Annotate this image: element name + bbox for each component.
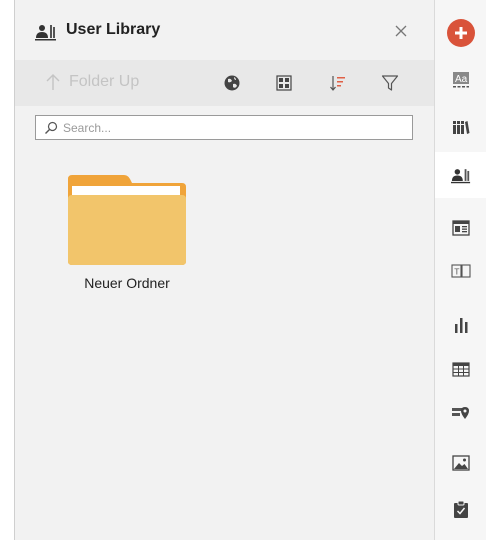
panel-layout-icon[interactable] xyxy=(435,205,486,251)
user-library-panel: User Library Folder Up Search... Neuer O… xyxy=(15,0,434,540)
library-icon[interactable] xyxy=(435,104,486,150)
globe-icon[interactable] xyxy=(221,72,243,94)
text-style-icon[interactable]: Aa xyxy=(435,57,486,103)
folder-up-button[interactable]: Folder Up xyxy=(45,73,139,91)
add-element-icon[interactable] xyxy=(435,10,486,56)
image-icon[interactable] xyxy=(435,440,486,486)
svg-text:T: T xyxy=(454,267,459,277)
user-library-icon xyxy=(35,23,57,41)
svg-text:Aa: Aa xyxy=(455,74,468,85)
arrow-up-icon xyxy=(46,74,60,90)
table-icon[interactable] xyxy=(435,346,486,392)
bar-chart-icon[interactable] xyxy=(435,302,486,348)
panel-toolbar: Folder Up xyxy=(15,60,434,106)
sort-icon[interactable] xyxy=(327,72,349,94)
folder-icon xyxy=(68,175,186,265)
sidebar-user-library-icon[interactable] xyxy=(435,152,486,198)
text-frame-icon[interactable]: T xyxy=(435,248,486,294)
right-sidebar: Aa T xyxy=(434,0,486,540)
folder-item[interactable]: Neuer Ordner xyxy=(68,175,186,295)
map-marker-icon[interactable] xyxy=(435,390,486,436)
search-box[interactable] xyxy=(35,115,413,140)
panel-title: User Library xyxy=(66,21,161,38)
close-icon[interactable] xyxy=(392,22,410,40)
folder-name: Neuer Ordner xyxy=(84,275,170,291)
panel-header: User Library xyxy=(15,0,434,60)
filter-icon[interactable] xyxy=(379,72,401,94)
clipboard-check-icon[interactable] xyxy=(435,486,486,532)
search-icon xyxy=(45,121,58,134)
grid-view-icon[interactable] xyxy=(273,72,295,94)
folder-up-label: Folder Up xyxy=(69,73,140,90)
search-input[interactable] xyxy=(63,120,403,135)
